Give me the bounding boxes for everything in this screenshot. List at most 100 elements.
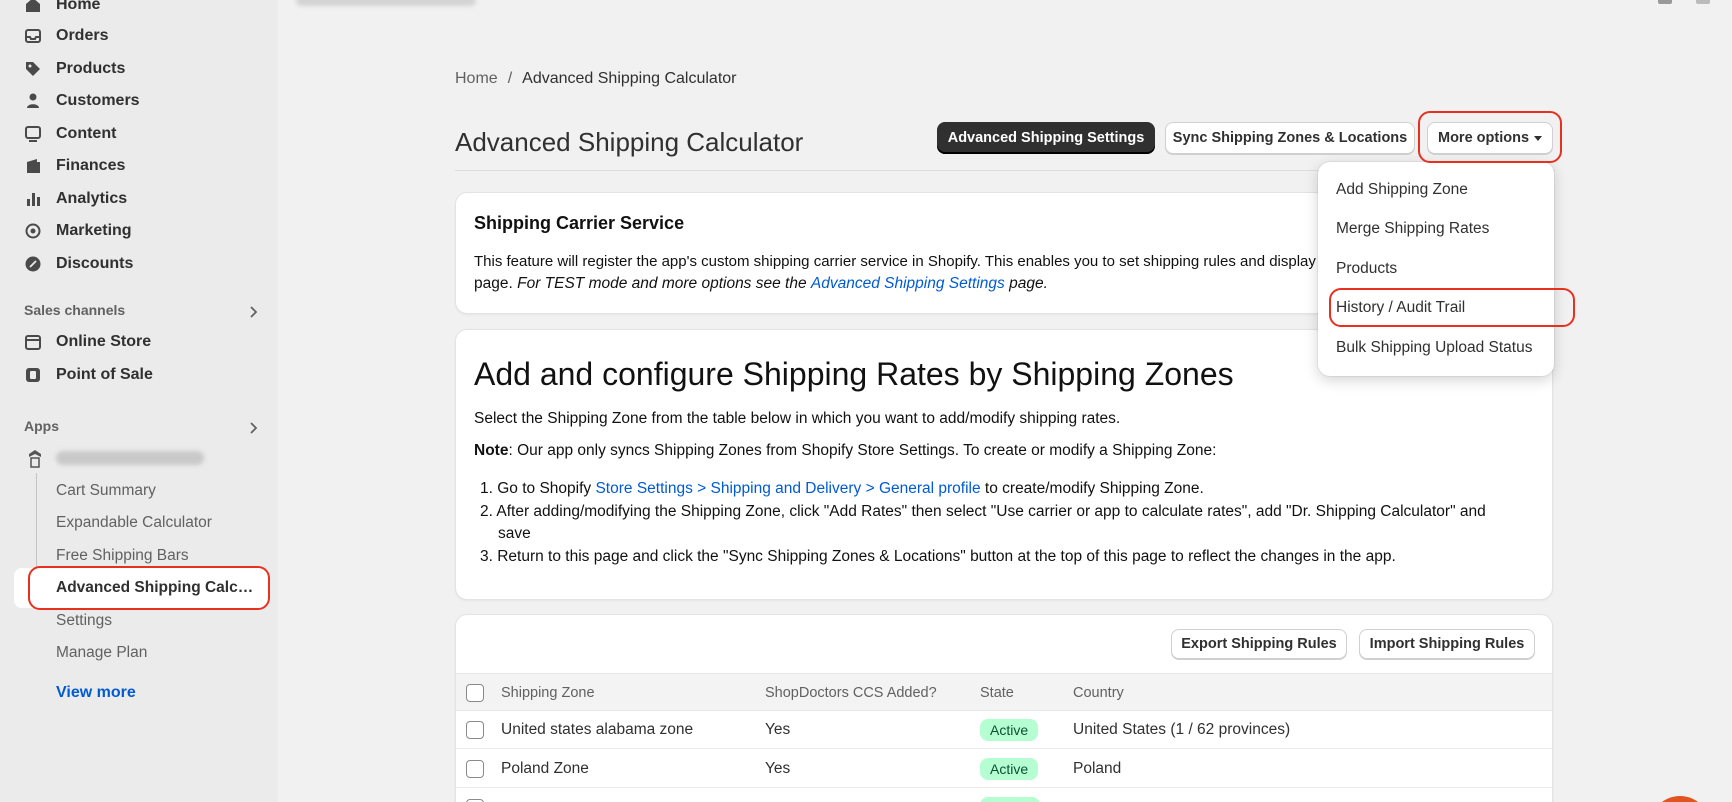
table-row[interactable]: Poland Zone Yes Active Poland [456, 750, 1552, 788]
row-checkbox[interactable] [466, 721, 484, 739]
text-suffix: page. [1009, 275, 1048, 292]
column-header[interactable]: ShopDoctors CCS Added? [765, 685, 937, 701]
finances-icon [24, 157, 42, 175]
table-row[interactable] [456, 789, 1552, 802]
sidebar-item-label: Marketing [56, 222, 132, 239]
sidebar-item-label: Products [56, 60, 126, 77]
step-3: 3. Return to this page and click the "Sy… [480, 548, 1396, 565]
zone-link[interactable]: United states alabama zone [501, 721, 693, 739]
sidebar-item-online-store[interactable]: Online Store [24, 327, 151, 357]
sidebar-subitem-expandable-calculator[interactable]: Expandable Calculator [56, 514, 212, 532]
menu-item-add-shipping-zone[interactable]: Add Shipping Zone [1336, 181, 1468, 199]
import-shipping-rules-button[interactable]: Import Shipping Rules [1359, 629, 1535, 659]
chevron-right-icon[interactable] [246, 305, 260, 319]
sidebar-subitem-settings[interactable]: Settings [56, 612, 112, 630]
sync-shipping-zones-button[interactable]: Sync Shipping Zones & Locations [1165, 122, 1415, 154]
sidebar-subitem-manage-plan[interactable]: Manage Plan [56, 644, 147, 662]
sidebar-item-marketing[interactable]: Marketing [24, 216, 132, 246]
sidebar-item-label: Finances [56, 157, 126, 174]
country-value: Poland [1073, 760, 1122, 777]
step1-prefix: 1. Go to Shopify [480, 480, 592, 497]
sidebar-item-analytics[interactable]: Analytics [24, 184, 127, 214]
discount-icon [24, 255, 42, 273]
step-1: 1. Go to Shopify Store Settings > Shippi… [480, 478, 1530, 500]
sidebar: Home Orders Products Customers Content F… [0, 0, 278, 802]
menu-item-bulk-shipping-upload-status[interactable]: Bulk Shipping Upload Status [1336, 339, 1532, 357]
sidebar-item-label: Analytics [56, 190, 128, 207]
text-italic: For TEST mode and more options see the [517, 275, 807, 292]
status-badge [980, 797, 1040, 802]
app-title-blurred [296, 0, 476, 6]
sidebar-subitem-cart-summary[interactable]: Cart Summary [56, 482, 156, 500]
configure-heading: Add and configure Shipping Rates by Ship… [474, 356, 1234, 392]
select-all-checkbox[interactable] [466, 684, 484, 702]
sidebar-item-label: Online Store [56, 333, 152, 350]
more-icon[interactable] [1696, 0, 1710, 4]
sidebar-item-label: Discounts [56, 255, 134, 272]
store-icon [24, 333, 42, 351]
tag-icon [24, 60, 42, 78]
sidebar-item-label: Content [56, 125, 117, 142]
column-header[interactable]: Country [1073, 685, 1124, 701]
status-badge: Active [980, 758, 1039, 780]
carrier-card-title: Shipping Carrier Service [474, 213, 685, 233]
chevron-right-icon[interactable] [246, 421, 260, 435]
sidebar-item-content[interactable]: Content [24, 119, 116, 149]
advanced-settings-link[interactable]: Advanced Shipping Settings [811, 275, 1005, 292]
note-text: : Our app only syncs Shipping Zones from… [508, 442, 1217, 459]
sidebar-item-label: Home [56, 0, 101, 13]
orders-icon [24, 27, 42, 45]
sidebar-item-finances[interactable]: Finances [24, 151, 125, 181]
sidebar-item-products[interactable]: Products [24, 54, 125, 84]
sidebar-item-home[interactable]: Home [24, 0, 100, 20]
sidebar-item-label: Customers [56, 92, 140, 109]
person-icon [24, 92, 42, 110]
highlight-history-audit-trail [1329, 288, 1575, 327]
apps-heading: Apps [24, 418, 59, 434]
breadcrumb-home[interactable]: Home [455, 70, 498, 88]
menu-item-products[interactable]: Products [1336, 260, 1397, 278]
carrier-card-text-line2: page. For TEST mode and more options see… [474, 275, 1048, 293]
view-more-link[interactable]: View more [56, 684, 136, 702]
configure-note: Note: Our app only syncs Shipping Zones … [474, 442, 1216, 460]
carrier-card-text: This feature will register the app's cus… [474, 253, 1325, 270]
breadcrumb-current: Advanced Shipping Calculator [522, 70, 737, 87]
ccs-value: Yes [765, 721, 791, 738]
page-title: Advanced Shipping Calculator [455, 127, 804, 157]
pin-icon[interactable] [1658, 0, 1672, 4]
content-icon [24, 125, 42, 143]
step1-suffix: to create/modify Shipping Zone. [984, 480, 1204, 497]
country-value: United States (1 / 62 provinces) [1073, 721, 1291, 738]
sidebar-subitem-free-shipping-bars[interactable]: Free Shipping Bars [56, 547, 189, 565]
marketing-icon [24, 222, 42, 240]
table-row[interactable]: United states alabama zone Yes Active Un… [456, 711, 1552, 749]
store-settings-link[interactable]: Store Settings > Shipping and Delivery >… [595, 480, 980, 497]
zone-link[interactable]: Poland Zone [501, 760, 589, 778]
breadcrumb: Home / Advanced Shipping Calculator [455, 70, 737, 88]
breadcrumb-separator: / [507, 70, 513, 87]
export-shipping-rules-button[interactable]: Export Shipping Rules [1171, 629, 1347, 659]
column-header[interactable]: State [980, 685, 1014, 701]
pos-icon [24, 366, 42, 384]
menu-item-merge-shipping-rates[interactable]: Merge Shipping Rates [1336, 220, 1489, 238]
app-icon [29, 450, 41, 468]
note-label: Note [474, 442, 509, 459]
sidebar-item-discounts[interactable]: Discounts [24, 249, 133, 279]
sidebar-item-orders[interactable]: Orders [24, 21, 108, 51]
configure-intro: Select the Shipping Zone from the table … [474, 410, 1121, 427]
sidebar-item-label: Point of Sale [56, 366, 153, 383]
sidebar-item-customers[interactable]: Customers [24, 86, 140, 116]
advanced-shipping-settings-button[interactable]: Advanced Shipping Settings [937, 122, 1155, 154]
table-header: Shipping Zone ShopDoctors CCS Added? Sta… [456, 673, 1552, 711]
row-checkbox[interactable] [466, 760, 484, 778]
ccs-value: Yes [765, 760, 791, 777]
shipping-zones-table-card: Export Shipping Rules Import Shipping Ru… [455, 614, 1553, 802]
app-name-blurred[interactable] [56, 451, 204, 465]
sales-channels-heading: Sales channels [24, 302, 126, 318]
home-icon [24, 0, 42, 14]
sidebar-item-label: Orders [56, 27, 109, 44]
sidebar-item-point-of-sale[interactable]: Point of Sale [24, 360, 153, 390]
step-2: 2. After adding/modifying the Shipping Z… [480, 503, 1486, 520]
column-header[interactable]: Shipping Zone [501, 685, 595, 701]
more-options-menu: Add Shipping Zone Merge Shipping Rates P… [1318, 162, 1554, 376]
